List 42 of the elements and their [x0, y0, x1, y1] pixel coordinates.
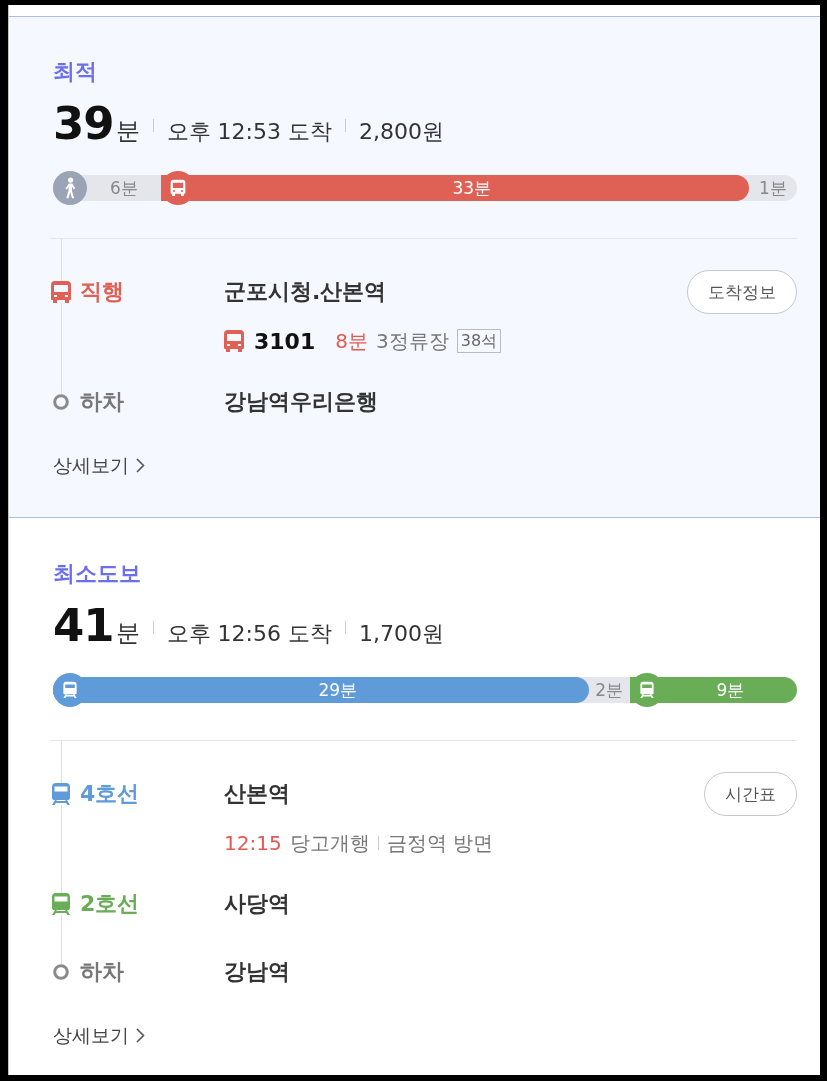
station-name: 강남역우리은행 — [224, 388, 379, 416]
detail-text: 3정류장 — [375, 327, 449, 355]
segment-duration: 6분 — [109, 177, 139, 200]
leg-action-button[interactable]: 시간표 — [704, 772, 797, 816]
ring-icon — [53, 394, 69, 410]
segment-duration: 33분 — [451, 177, 493, 200]
route-type-label: 최적 — [53, 58, 98, 86]
segment-duration: 9분 — [715, 679, 746, 702]
fare-text: 2,800원 — [359, 118, 444, 146]
leg-label: 직행 — [80, 278, 124, 306]
arrival-time: 오후 12:53 도착 — [166, 118, 332, 146]
bus-icon — [224, 330, 244, 352]
segment-duration: 1분 — [757, 177, 788, 200]
leg-action-button[interactable]: 도착정보 — [687, 270, 797, 314]
duration-text: 41 분 — [53, 599, 140, 652]
fare-text: 1,700원 — [359, 620, 444, 648]
segment-duration: 29분 — [317, 679, 359, 702]
time-text: 8분 — [335, 327, 368, 355]
detail-text: 당고개행 — [289, 829, 370, 857]
time-text: 12:15 — [224, 831, 282, 855]
route-type-label: 최소도보 — [53, 560, 142, 588]
station-name: 강남역 — [224, 958, 291, 986]
station-name: 사당역 — [224, 890, 291, 918]
arrival-time: 오후 12:56 도착 — [166, 620, 332, 648]
route-card[interactable]: 최적 39 분 오후 12:53 도착 2,800원 6분 33분 1분 직행 군포시청.산본역 도착정보 3101 8분 3정류장 38석 하차 강남역우리은행 상세보기 — [9, 16, 820, 518]
details-link[interactable]: 상세보기 — [53, 450, 145, 480]
chevron-icon — [136, 457, 145, 473]
ring-icon — [53, 964, 69, 980]
leg-label: 하차 — [80, 388, 124, 416]
station-name: 군포시청.산본역 — [224, 278, 388, 306]
chevron-icon — [136, 1027, 145, 1043]
leg-label: 2호선 — [80, 890, 140, 918]
duration-text: 39 분 — [53, 97, 140, 150]
detail-text: 금정역 방면 — [386, 829, 493, 857]
segment-duration: 2분 — [594, 679, 625, 702]
leg-label: 하차 — [80, 958, 124, 986]
seat-count-tag: 38석 — [456, 329, 502, 353]
details-link[interactable]: 상세보기 — [53, 1020, 145, 1050]
station-name: 산본역 — [224, 780, 291, 808]
leg-label: 4호선 — [80, 780, 140, 808]
route-number: 3101 — [254, 328, 316, 354]
walking-person-icon — [53, 171, 87, 205]
